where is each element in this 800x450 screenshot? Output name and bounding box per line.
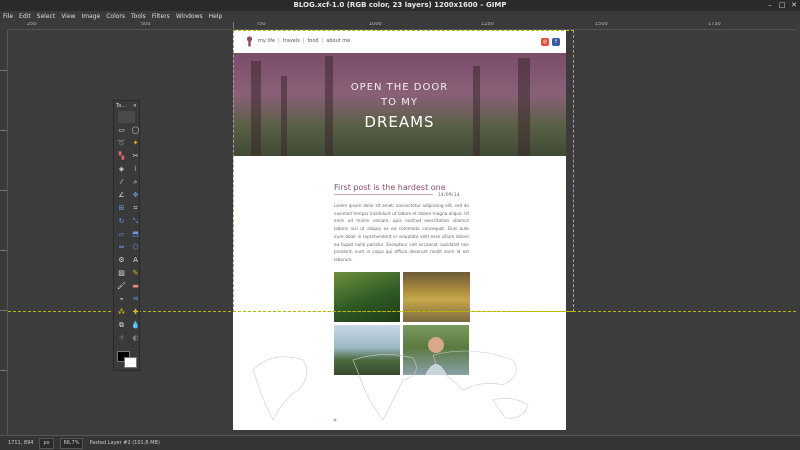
ruler-tick (0, 310, 7, 311)
scissors-icon[interactable]: ✂ (130, 151, 141, 162)
toolbox-title: To... (116, 102, 126, 109)
ruler-tick (0, 370, 7, 371)
layer-boundary (233, 30, 574, 312)
ruler-label: 1250 (481, 22, 494, 27)
rect-select-icon[interactable]: ▭ (116, 125, 127, 136)
ruler-label: 750 (256, 22, 266, 27)
close-button[interactable]: ✕ (788, 0, 800, 11)
toolbox-panel[interactable]: To... × ▭ ◯ ➰ ✦ ▚ ✂ ◈ ⌇ ⁄ ⌕ ∠ ✥ ⊞ ⌗ ↻ ⤡ … (113, 100, 140, 371)
move-icon[interactable]: ✥ (130, 190, 141, 201)
pointer-coordinates: 1711, 894 (8, 440, 34, 446)
scale-icon[interactable]: ⤡ (130, 216, 141, 227)
ruler-tick (233, 22, 234, 29)
gimp-window: BLOG.xcf-1.0 (RGB color, 23 layers) 1200… (0, 0, 800, 450)
airbrush-icon[interactable]: ⌁ (116, 294, 127, 305)
ruler-tick (0, 130, 7, 131)
ruler-label: 1500 (595, 22, 608, 27)
crop-icon[interactable]: ⌗ (130, 203, 141, 214)
lasso-icon[interactable]: ➰ (116, 138, 127, 149)
ruler-label: 250 (27, 22, 37, 27)
perspective-clone-icon[interactable]: ⧉ (116, 320, 127, 331)
heal-icon[interactable]: ✚ (130, 307, 141, 318)
menu-view[interactable]: View (61, 11, 75, 22)
foreground-select-icon[interactable]: ◈ (116, 164, 127, 175)
horizontal-ruler[interactable]: 250 500 750 1000 1250 1500 1750 (8, 22, 796, 30)
minimize-button[interactable]: – (764, 0, 776, 11)
paintbrush-icon[interactable]: 🖌 (116, 281, 127, 292)
menu-edit[interactable]: Edit (19, 11, 31, 22)
menu-colors[interactable]: Tools (131, 11, 146, 22)
color-select-icon[interactable]: ▚ (116, 151, 127, 162)
perspective-icon[interactable]: ⬒ (130, 229, 141, 240)
window-title: BLOG.xcf-1.0 (RGB color, 23 layers) 1200… (293, 1, 507, 9)
dodge-burn-icon[interactable]: ◐ (130, 333, 141, 344)
color-picker-icon[interactable]: ⁄ (116, 177, 127, 188)
menu-bar: File Edit Select View Image Colors Tools… (0, 11, 800, 22)
menu-windows[interactable]: Help (209, 11, 223, 22)
ruler-label: 500 (141, 22, 151, 27)
layer-info: Pasted Layer #2 (101,6 MB) (89, 440, 160, 446)
tool-grid: ▭ ◯ ➰ ✦ ▚ ✂ ◈ ⌇ ⁄ ⌕ ∠ ✥ ⊞ ⌗ ↻ ⤡ ▱ ⬒ ⇔ ⬠ … (114, 124, 141, 345)
toolbox-close-icon[interactable]: × (133, 103, 137, 109)
cage-transform-icon[interactable]: ⬠ (130, 242, 141, 253)
blur-icon[interactable]: 💧 (130, 320, 141, 331)
pencil-icon[interactable]: ✎ (130, 268, 141, 279)
title-bar: BLOG.xcf-1.0 (RGB color, 23 layers) 1200… (0, 0, 800, 11)
flip-icon[interactable]: ⇔ (116, 242, 127, 253)
fuzzy-select-icon[interactable]: ✦ (130, 138, 141, 149)
warp-transform-icon[interactable]: ⚙ (116, 255, 127, 266)
menu-image[interactable]: Image (81, 11, 100, 22)
menu-layer[interactable]: Colors (106, 11, 125, 22)
smudge-icon[interactable]: ☝ (116, 333, 127, 344)
menu-file[interactable]: File (3, 11, 13, 22)
toolbox-header: To... × (114, 101, 139, 110)
bucket-fill-icon[interactable]: ▨ (116, 268, 127, 279)
text-icon[interactable]: A (130, 255, 141, 266)
ellipse-select-icon[interactable]: ◯ (130, 125, 141, 136)
unit-select[interactable]: px (39, 437, 54, 449)
world-map-decoration (252, 350, 529, 422)
zoom-select[interactable]: 66,7% (59, 437, 84, 449)
clone-icon[interactable]: ⁂ (116, 307, 127, 318)
maximize-button[interactable]: □ (776, 0, 788, 11)
ruler-tick (0, 250, 7, 251)
ruler-tick (0, 70, 7, 71)
eraser-icon[interactable]: ▬ (130, 281, 141, 292)
ink-icon[interactable]: ♒ (130, 294, 141, 305)
background-color-swatch[interactable] (124, 357, 137, 368)
ruler-tick (0, 190, 7, 191)
vertical-ruler[interactable] (0, 30, 8, 435)
align-icon[interactable]: ⊞ (116, 203, 127, 214)
menu-tools[interactable]: Filters (152, 11, 170, 22)
paths-icon[interactable]: ⌇ (130, 164, 141, 175)
rotate-icon[interactable]: ↻ (116, 216, 127, 227)
zoom-icon[interactable]: ⌕ (130, 177, 141, 188)
toolbox-drag-area[interactable] (118, 111, 135, 123)
menu-select[interactable]: Select (37, 11, 56, 22)
status-bar: 1711, 894 px 66,7% Pasted Layer #2 (101,… (0, 435, 800, 450)
ruler-label: 1000 (369, 22, 382, 27)
menu-filters[interactable]: Windows (176, 11, 203, 22)
ruler-label: 1750 (708, 22, 721, 27)
measure-icon[interactable]: ∠ (116, 190, 127, 201)
shear-icon[interactable]: ▱ (116, 229, 127, 240)
